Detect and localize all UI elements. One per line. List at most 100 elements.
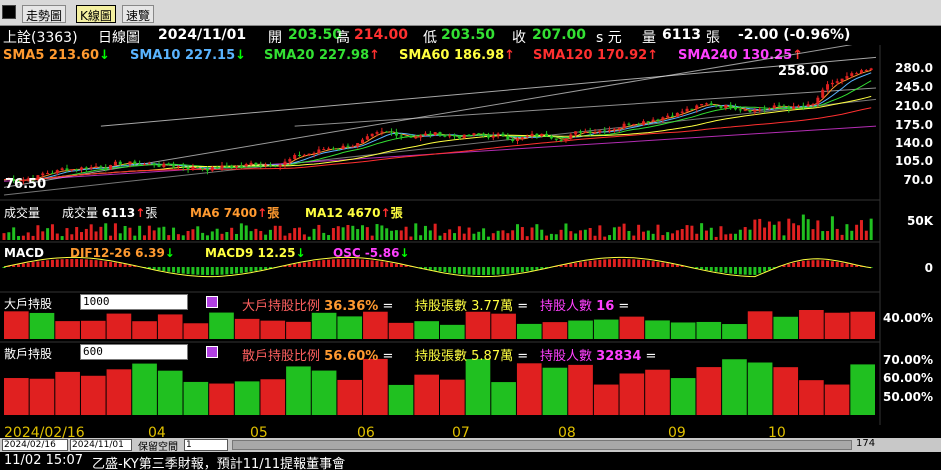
retail-holder-axis-tick: 50.00% [883, 390, 933, 404]
volume-bar [181, 235, 185, 240]
osc-bar [763, 267, 767, 272]
candle-body [864, 69, 868, 71]
volume-bar [491, 233, 495, 240]
candle-body [549, 136, 553, 139]
candle-body [230, 165, 234, 168]
osc-bar [826, 260, 830, 267]
osc-bar [530, 267, 534, 271]
retail-holder-threshold-input[interactable]: 600 [80, 344, 188, 360]
candle-body [157, 164, 161, 168]
candle-body [380, 131, 384, 133]
candle-body [385, 131, 389, 133]
big-holder-threshold-input[interactable]: 1000 [80, 294, 188, 310]
tab-quickview[interactable]: 速覽 [122, 5, 155, 23]
candle-body [60, 168, 64, 171]
osc-bar [709, 267, 713, 271]
volume-bar [593, 235, 597, 240]
big-holder-bar [850, 311, 875, 339]
kline-chart[interactable] [0, 45, 941, 438]
candle-body [743, 110, 747, 112]
osc-bar [356, 259, 360, 267]
candle-body [656, 119, 660, 121]
osc-bar [443, 267, 447, 273]
candle-body [666, 115, 670, 118]
osc-bar [675, 264, 679, 267]
candle-body [104, 167, 108, 170]
time-scrollbar[interactable] [232, 440, 852, 450]
window-control-icon[interactable] [2, 5, 16, 19]
candle-body [147, 163, 151, 165]
volume-bar [331, 228, 335, 240]
candle-body [312, 152, 316, 154]
volume-bar [50, 224, 54, 240]
price-change: -2.00 (-0.96%) [738, 27, 851, 43]
keep-space-input[interactable]: 1 [184, 439, 228, 451]
volume-bar [215, 228, 219, 240]
volume-bar [118, 233, 122, 240]
range-control-bar: 2024/02/16 2024/11/01 保留空間 1 174 [0, 438, 941, 453]
volume-bar [210, 231, 214, 240]
osc-bar [801, 260, 805, 267]
candle-body [128, 161, 132, 165]
candle-body [365, 136, 369, 140]
volume-bar [583, 229, 587, 240]
volume-bar [709, 227, 713, 240]
volume-bar [564, 223, 568, 240]
volume-bar [341, 227, 345, 240]
osc-bar [360, 259, 364, 267]
range-from-select[interactable]: 2024/02/16 [2, 439, 68, 451]
candle-body [443, 135, 447, 137]
osc-bar [331, 259, 335, 267]
volume-bar [830, 216, 834, 240]
candle-body [273, 165, 277, 167]
big-holder-bar [440, 324, 465, 339]
osc-bar [453, 267, 457, 274]
volume-bar [370, 235, 374, 240]
osc-bar [113, 262, 117, 267]
retail-holder-bar [106, 369, 132, 415]
osc-bar [239, 267, 243, 273]
big-holder-bar [568, 320, 593, 339]
volume-bar [414, 223, 418, 240]
volume-bar [142, 235, 146, 240]
osc-bar [307, 261, 311, 267]
osc-legend: OSC -5.86↓ [333, 246, 410, 260]
retail-holder-bar [260, 379, 286, 415]
retail-holder-bar [850, 364, 875, 415]
volume-bar [104, 223, 108, 240]
candle-body [317, 149, 321, 153]
sma-line [3, 72, 872, 181]
volume-bar [520, 227, 524, 240]
candle-body [641, 121, 645, 125]
candle-body [448, 135, 452, 137]
retail-holder-color-icon[interactable] [206, 346, 218, 358]
osc-bar [55, 259, 59, 267]
tab-kline[interactable]: K線圖 [76, 5, 116, 23]
candle-body [782, 105, 786, 107]
range-to-select[interactable]: 2024/11/01 [70, 439, 132, 451]
osc-bar [835, 261, 839, 267]
volume-bar [608, 235, 612, 240]
retail-holder-axis-tick: 70.00% [883, 353, 933, 367]
big-holder-color-icon[interactable] [206, 296, 218, 308]
candle-body [675, 112, 679, 117]
osc-bar [767, 267, 771, 270]
volume-bar [506, 233, 510, 240]
retail-holder-bar [568, 364, 593, 415]
osc-bar [17, 264, 21, 267]
candle-body [734, 107, 738, 110]
volume-bar [738, 229, 742, 240]
retail-holder-bar [414, 374, 439, 415]
osc-bar [651, 261, 655, 267]
osc-bar [215, 267, 219, 275]
status-news[interactable]: 乙盛-KY第三季財報，預計11/11提報董事會 [92, 453, 345, 470]
volume-bar [31, 235, 35, 240]
volume-bar [84, 228, 88, 240]
osc-bar [80, 259, 84, 267]
candle-body [142, 164, 146, 166]
volume-bar [714, 236, 718, 240]
retail-holder-bar [747, 362, 773, 415]
tab-trend[interactable]: 走勢圖 [22, 5, 67, 23]
retail-holder-bar [722, 359, 747, 415]
candle-body [811, 104, 815, 106]
